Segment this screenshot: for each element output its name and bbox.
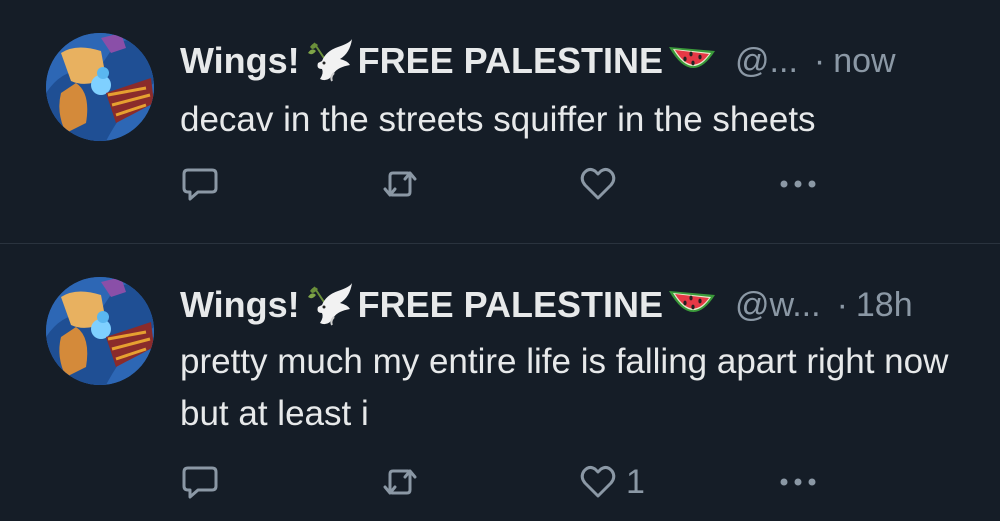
retweet-button[interactable] bbox=[380, 460, 420, 504]
like-icon bbox=[578, 462, 618, 502]
dove-icon bbox=[304, 39, 354, 83]
tweet-actions bbox=[180, 162, 840, 206]
more-icon bbox=[776, 462, 820, 502]
more-options-button[interactable] bbox=[776, 460, 820, 504]
user-handle[interactable]: @w... bbox=[735, 282, 821, 328]
display-name-prefix: Wings! bbox=[180, 284, 300, 325]
tweet-header: Wings! FREE PALESTINE bbox=[180, 38, 964, 84]
watermelon-icon bbox=[667, 285, 717, 325]
display-name[interactable]: Wings! FREE PALESTINE bbox=[180, 282, 721, 328]
like-button[interactable]: 1 bbox=[578, 460, 645, 504]
retweet-icon bbox=[380, 164, 420, 204]
avatar[interactable] bbox=[46, 277, 154, 385]
like-count: 1 bbox=[626, 462, 645, 501]
separator-dot: · bbox=[813, 42, 826, 80]
watermelon-icon bbox=[667, 41, 717, 81]
reply-icon bbox=[180, 462, 220, 502]
tweet-header: Wings! FREE PALESTINE bbox=[180, 282, 964, 328]
tweet[interactable]: Wings! FREE PALESTINE bbox=[0, 0, 1000, 244]
tweet-actions: 1 bbox=[180, 460, 840, 504]
display-name-suffix: FREE PALESTINE bbox=[357, 284, 664, 325]
display-name-suffix: FREE PALESTINE bbox=[357, 40, 664, 81]
avatar[interactable] bbox=[46, 33, 154, 141]
reply-button[interactable] bbox=[180, 162, 220, 206]
like-button[interactable] bbox=[578, 162, 626, 206]
tweet[interactable]: Wings! FREE PALESTINE bbox=[0, 244, 1000, 521]
user-handle[interactable]: @... bbox=[735, 38, 798, 84]
tweet-text: pretty much my entire life is falling ap… bbox=[180, 342, 949, 433]
timestamp[interactable]: now bbox=[833, 38, 895, 84]
display-name-prefix: Wings! bbox=[180, 40, 300, 81]
retweet-button[interactable] bbox=[380, 162, 420, 206]
more-icon bbox=[776, 164, 820, 204]
more-options-button[interactable] bbox=[776, 162, 820, 206]
retweet-icon bbox=[380, 462, 420, 502]
reply-icon bbox=[180, 164, 220, 204]
timestamp[interactable]: 18h bbox=[856, 282, 913, 328]
reply-button[interactable] bbox=[180, 460, 220, 504]
tweet-text: decav in the streets squiffer in the she… bbox=[180, 100, 816, 139]
like-icon bbox=[578, 164, 618, 204]
separator-dot: · bbox=[836, 286, 848, 324]
display-name[interactable]: Wings! FREE PALESTINE bbox=[180, 38, 721, 84]
dove-icon bbox=[304, 283, 354, 327]
